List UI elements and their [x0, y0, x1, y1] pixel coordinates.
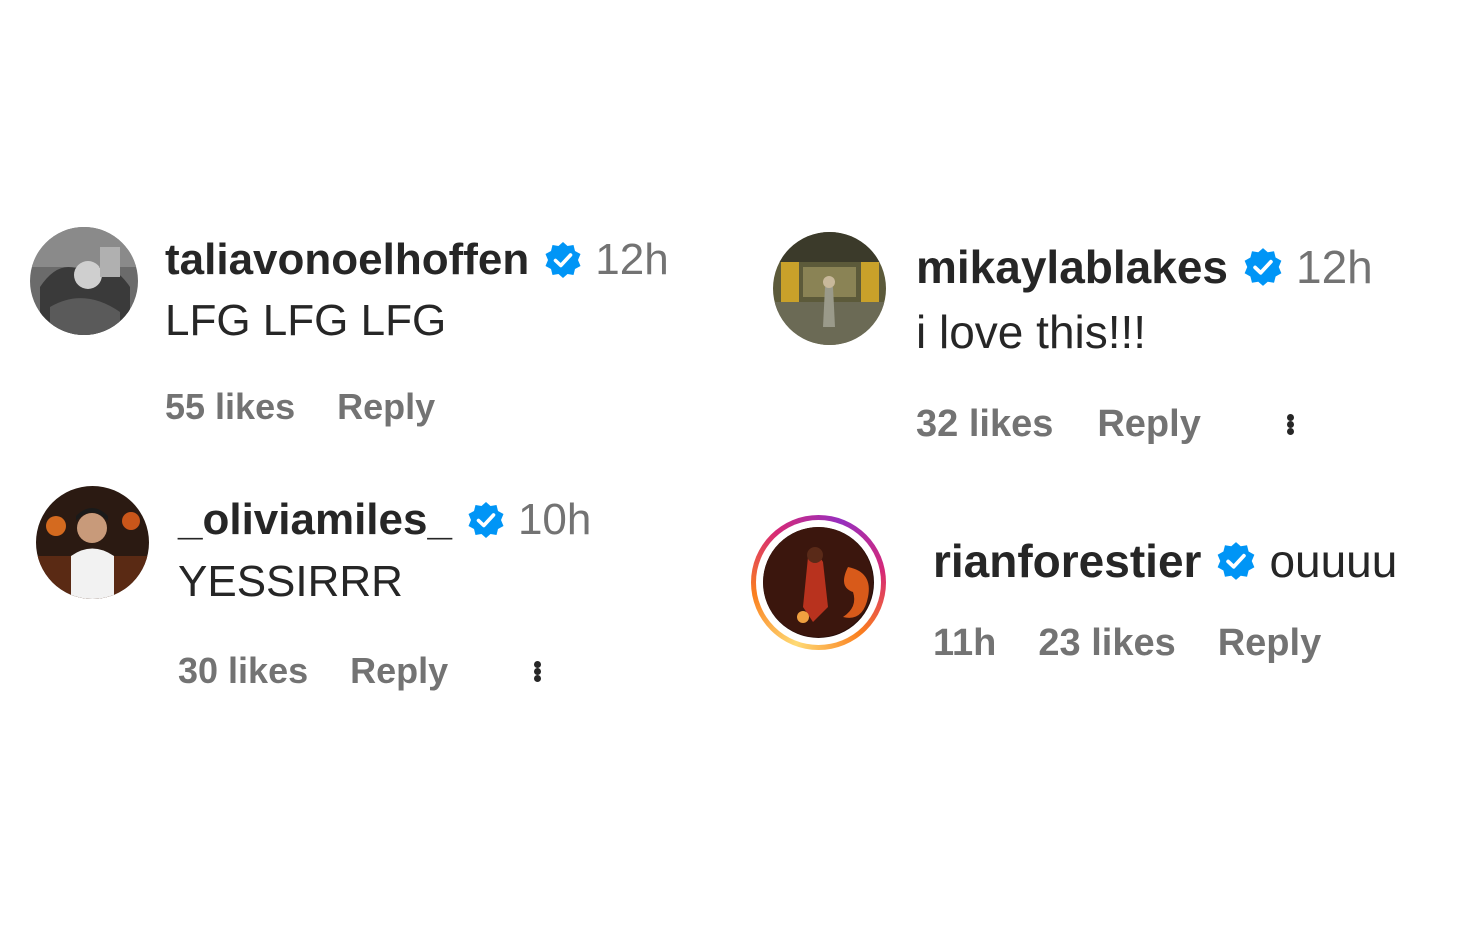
username[interactable]: taliavonoelhoffen [165, 235, 529, 285]
likes-count[interactable]: 55 likes [165, 386, 295, 428]
avatar[interactable] [30, 227, 138, 335]
comment-time: 12h [595, 235, 669, 284]
reply-button[interactable]: Reply [350, 650, 448, 692]
comment-time: 10h [517, 495, 592, 544]
username[interactable]: _oliviamiles_ [178, 495, 452, 545]
comment-text: ouuuu [1269, 535, 1398, 587]
comment-text: i love this!!! [916, 306, 1147, 358]
comment-time: 12h [1296, 241, 1373, 293]
more-options-icon[interactable] [534, 660, 542, 682]
verified-badge-icon [543, 240, 583, 280]
likes-count[interactable]: 32 likes [916, 403, 1053, 446]
verified-badge-icon [1242, 246, 1284, 288]
comment-time: 11h [933, 621, 997, 664]
avatar[interactable] [763, 527, 874, 638]
comment-text: YESSIRRR [178, 557, 403, 606]
verified-badge-icon [1215, 540, 1257, 582]
likes-count[interactable]: 30 likes [178, 650, 308, 692]
reply-button[interactable]: Reply [337, 386, 435, 428]
reply-button[interactable]: Reply [1218, 622, 1321, 665]
avatar[interactable] [773, 232, 886, 345]
verified-badge-icon [466, 500, 506, 540]
comment-text: LFG LFG LFG [165, 296, 447, 345]
username[interactable]: rianforestier [933, 534, 1201, 588]
username[interactable]: mikaylablakes [916, 240, 1228, 294]
more-options-icon[interactable] [1286, 413, 1294, 435]
likes-count[interactable]: 23 likes [1038, 622, 1175, 665]
reply-button[interactable]: Reply [1097, 403, 1200, 446]
avatar[interactable] [36, 486, 149, 599]
